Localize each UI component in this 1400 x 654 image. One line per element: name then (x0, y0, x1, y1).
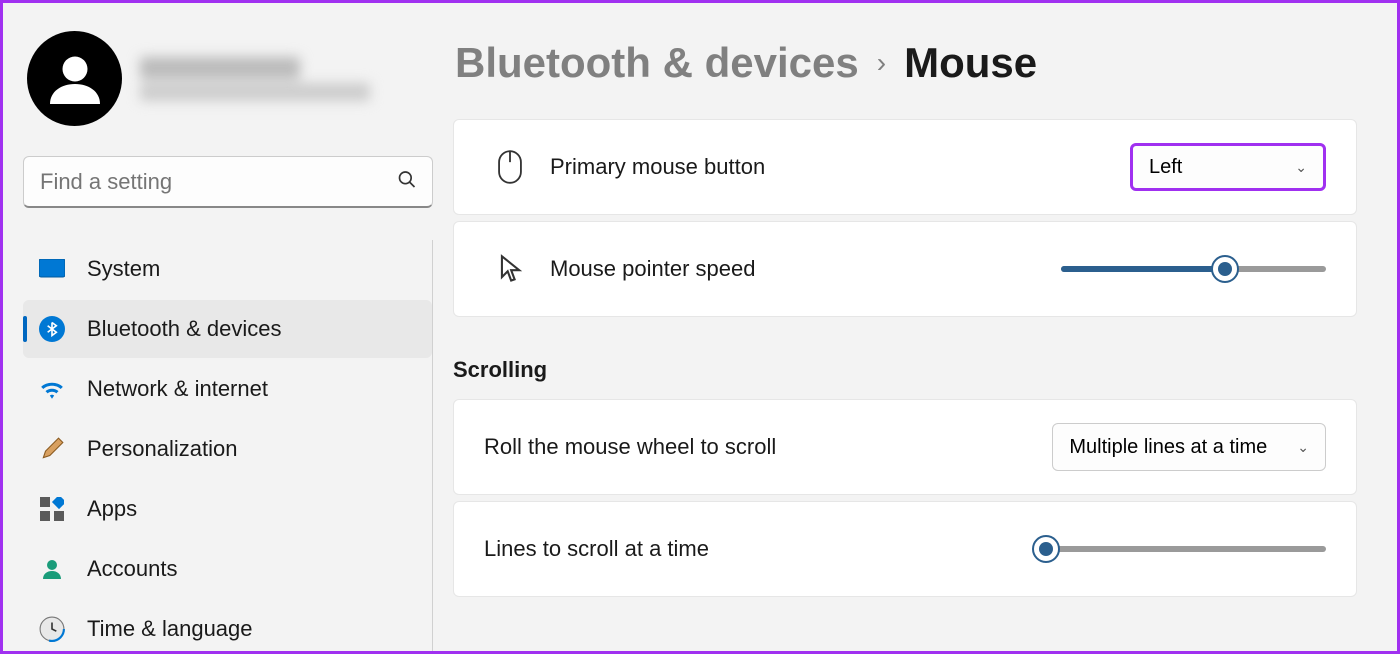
breadcrumb-current: Mouse (904, 39, 1037, 87)
apps-icon (39, 496, 65, 522)
setting-label: Lines to scroll at a time (484, 536, 709, 562)
roll-wheel-dropdown[interactable]: Multiple lines at a time ⌄ (1052, 423, 1326, 471)
search-input[interactable] (23, 156, 433, 208)
sidebar-item-label: Network & internet (87, 376, 268, 402)
search-icon (397, 170, 417, 195)
sidebar-item-apps[interactable]: Apps (23, 480, 432, 538)
clock-icon (39, 616, 65, 642)
breadcrumb-parent[interactable]: Bluetooth & devices (455, 39, 859, 87)
breadcrumb: Bluetooth & devices › Mouse (453, 39, 1357, 87)
dropdown-value: Left (1149, 156, 1182, 179)
cursor-icon (484, 254, 536, 284)
sidebar: System Bluetooth & devices Network & int… (3, 3, 453, 651)
brush-icon (39, 436, 65, 462)
setting-label: Primary mouse button (550, 154, 765, 180)
bluetooth-icon (39, 316, 65, 342)
avatar (27, 31, 122, 126)
account-icon (39, 556, 65, 582)
profile-info (140, 57, 370, 101)
main-content: Bluetooth & devices › Mouse Primary mous… (453, 3, 1397, 651)
sidebar-item-label: Time & language (87, 616, 253, 642)
dropdown-value: Multiple lines at a time (1069, 436, 1267, 459)
sidebar-item-accounts[interactable]: Accounts (23, 540, 432, 598)
sidebar-item-label: Personalization (87, 436, 237, 462)
sidebar-item-label: Apps (87, 496, 137, 522)
chevron-down-icon: ⌄ (1297, 439, 1309, 456)
search-box (23, 156, 433, 208)
mouse-icon (484, 150, 536, 184)
sidebar-item-network[interactable]: Network & internet (23, 360, 432, 418)
setting-roll-wheel: Roll the mouse wheel to scroll Multiple … (453, 399, 1357, 495)
wifi-icon (39, 376, 65, 402)
sidebar-item-personalization[interactable]: Personalization (23, 420, 432, 478)
sidebar-item-bluetooth-devices[interactable]: Bluetooth & devices (23, 300, 432, 358)
setting-lines-to-scroll: Lines to scroll at a time (453, 501, 1357, 597)
setting-pointer-speed: Mouse pointer speed (453, 221, 1357, 317)
section-header-scrolling: Scrolling (453, 357, 1357, 383)
setting-label: Mouse pointer speed (550, 256, 755, 282)
chevron-down-icon: ⌄ (1295, 159, 1307, 176)
sidebar-item-label: Bluetooth & devices (87, 316, 281, 342)
sidebar-item-time-language[interactable]: Time & language (23, 600, 432, 651)
sidebar-item-label: Accounts (87, 556, 178, 582)
sidebar-item-label: System (87, 256, 160, 282)
system-icon (39, 256, 65, 282)
primary-mouse-button-dropdown[interactable]: Left ⌄ (1130, 143, 1326, 191)
setting-label: Roll the mouse wheel to scroll (484, 434, 776, 460)
lines-scroll-slider[interactable] (1038, 546, 1327, 552)
pointer-speed-slider[interactable] (1061, 266, 1326, 272)
sidebar-item-system[interactable]: System (23, 240, 432, 298)
nav-list: System Bluetooth & devices Network & int… (23, 240, 433, 651)
chevron-right-icon: › (877, 47, 886, 79)
setting-primary-mouse-button: Primary mouse button Left ⌄ (453, 119, 1357, 215)
profile-block[interactable] (23, 31, 433, 126)
